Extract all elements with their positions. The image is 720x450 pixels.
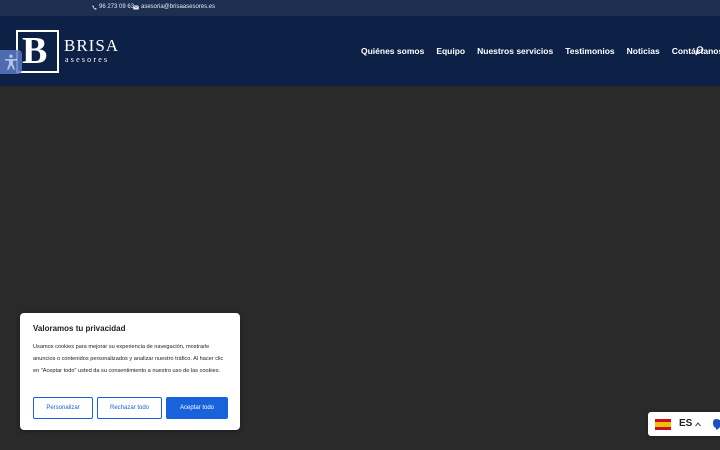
reject-all-button[interactable]: Rechazar todo: [97, 397, 162, 419]
logo-name: BRISA: [64, 36, 120, 55]
cookie-consent-banner: Valoramos tu privacidad Usamos cookies p…: [20, 313, 240, 430]
site-logo[interactable]: B BRISA asesores: [16, 29, 119, 73]
customize-button[interactable]: Personalizar: [33, 397, 93, 419]
cookie-title: Valoramos tu privacidad: [33, 324, 126, 333]
logo-letter: B: [22, 29, 48, 72]
search-icon[interactable]: [695, 46, 704, 56]
phone-link[interactable]: 96 273 09 63: [92, 3, 134, 12]
accessibility-button[interactable]: [0, 50, 22, 74]
cookie-description: Usamos cookies para mejorar su experienc…: [33, 344, 224, 374]
cookie-actions: Personalizar Rechazar todo Aceptar todo: [33, 397, 228, 419]
caret-up-icon: [695, 421, 702, 426]
language-code: ES: [679, 418, 693, 429]
nav-item-quienes-somos[interactable]: Quiénes somos: [361, 45, 424, 57]
nav-item-noticias[interactable]: Noticias: [627, 45, 660, 57]
logo-wordmark: BRISA asesores: [64, 37, 119, 65]
nav-item-testimonios[interactable]: Testimonios: [565, 45, 614, 57]
logo-subtitle: asesores: [65, 55, 110, 64]
spain-flag-icon: [655, 418, 671, 430]
nav-item-servicios[interactable]: Nuestros servicios: [477, 45, 553, 57]
main-header: B BRISA asesores Quiénes somos Equipo Nu…: [0, 16, 720, 86]
main-nav: Quiénes somos Equipo Nuestros servicios …: [361, 45, 720, 57]
phone-icon: [92, 5, 97, 10]
nav-item-equipo[interactable]: Equipo: [436, 45, 465, 57]
email-link[interactable]: asesoria@brisaasesores.es: [133, 3, 215, 12]
top-bar: 96 273 09 63 asesoria@brisaasesores.es: [0, 0, 720, 16]
accept-all-button[interactable]: Aceptar todo: [166, 397, 228, 419]
mail-icon: [133, 5, 139, 10]
logo-mark: B: [16, 29, 59, 73]
language-switcher[interactable]: ES: [648, 412, 720, 436]
email-address: asesoria@brisaasesores.es: [141, 4, 216, 10]
phone-number: 96 273 09 63: [99, 4, 135, 10]
chat-widget-icon[interactable]: [712, 418, 720, 430]
accessibility-icon: [5, 54, 17, 70]
